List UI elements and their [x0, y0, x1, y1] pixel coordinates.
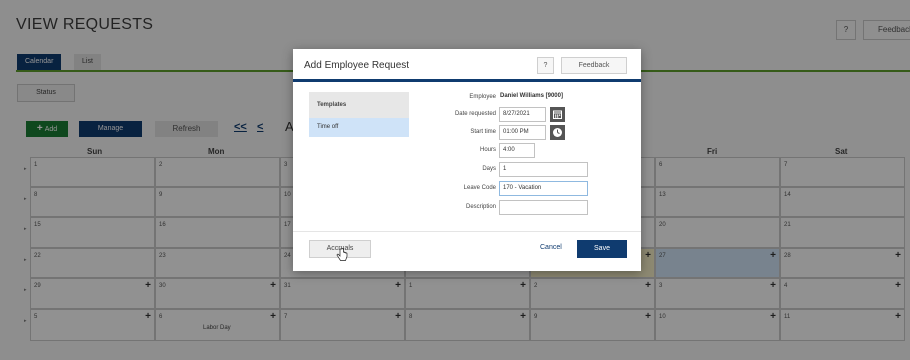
leave-code-label: Leave Code	[463, 185, 496, 191]
hours-label: Hours	[479, 147, 496, 153]
date-requested-input[interactable]: 8/27/2021	[499, 107, 546, 122]
cancel-button[interactable]: Cancel	[540, 244, 562, 251]
employee-label: Employee	[469, 94, 496, 100]
days-input[interactable]: 1	[499, 162, 588, 177]
dialog-header-rule	[293, 79, 641, 82]
dialog-title: Add Employee Request	[304, 60, 410, 71]
templates-panel: Templates Time off	[309, 92, 409, 137]
description-label: Description	[465, 204, 496, 210]
save-button[interactable]: Save	[577, 240, 627, 258]
template-item-time-off[interactable]: Time off	[309, 118, 409, 137]
dialog-help-button[interactable]: ?	[537, 57, 554, 74]
description-input[interactable]	[499, 200, 588, 215]
employee-value: Daniel Williams [9000]	[500, 93, 563, 99]
dialog-feedback-button[interactable]: Feedback	[561, 57, 627, 74]
date-requested-label: Date requested	[454, 111, 496, 117]
leave-code-select[interactable]: 170 - Vacation	[499, 181, 588, 196]
add-employee-request-dialog: Add Employee Request ? Feedback Template…	[293, 49, 641, 271]
calendar-icon[interactable]	[550, 107, 565, 122]
dialog-footer-divider	[293, 231, 641, 232]
hand-cursor-icon	[336, 247, 348, 267]
start-time-label: Start time	[470, 129, 496, 135]
clock-icon[interactable]	[550, 125, 565, 140]
days-label: Days	[482, 166, 496, 172]
templates-header: Templates	[309, 92, 409, 118]
hours-input[interactable]: 4:00	[499, 143, 535, 158]
start-time-input[interactable]: 01:00 PM	[499, 125, 546, 140]
